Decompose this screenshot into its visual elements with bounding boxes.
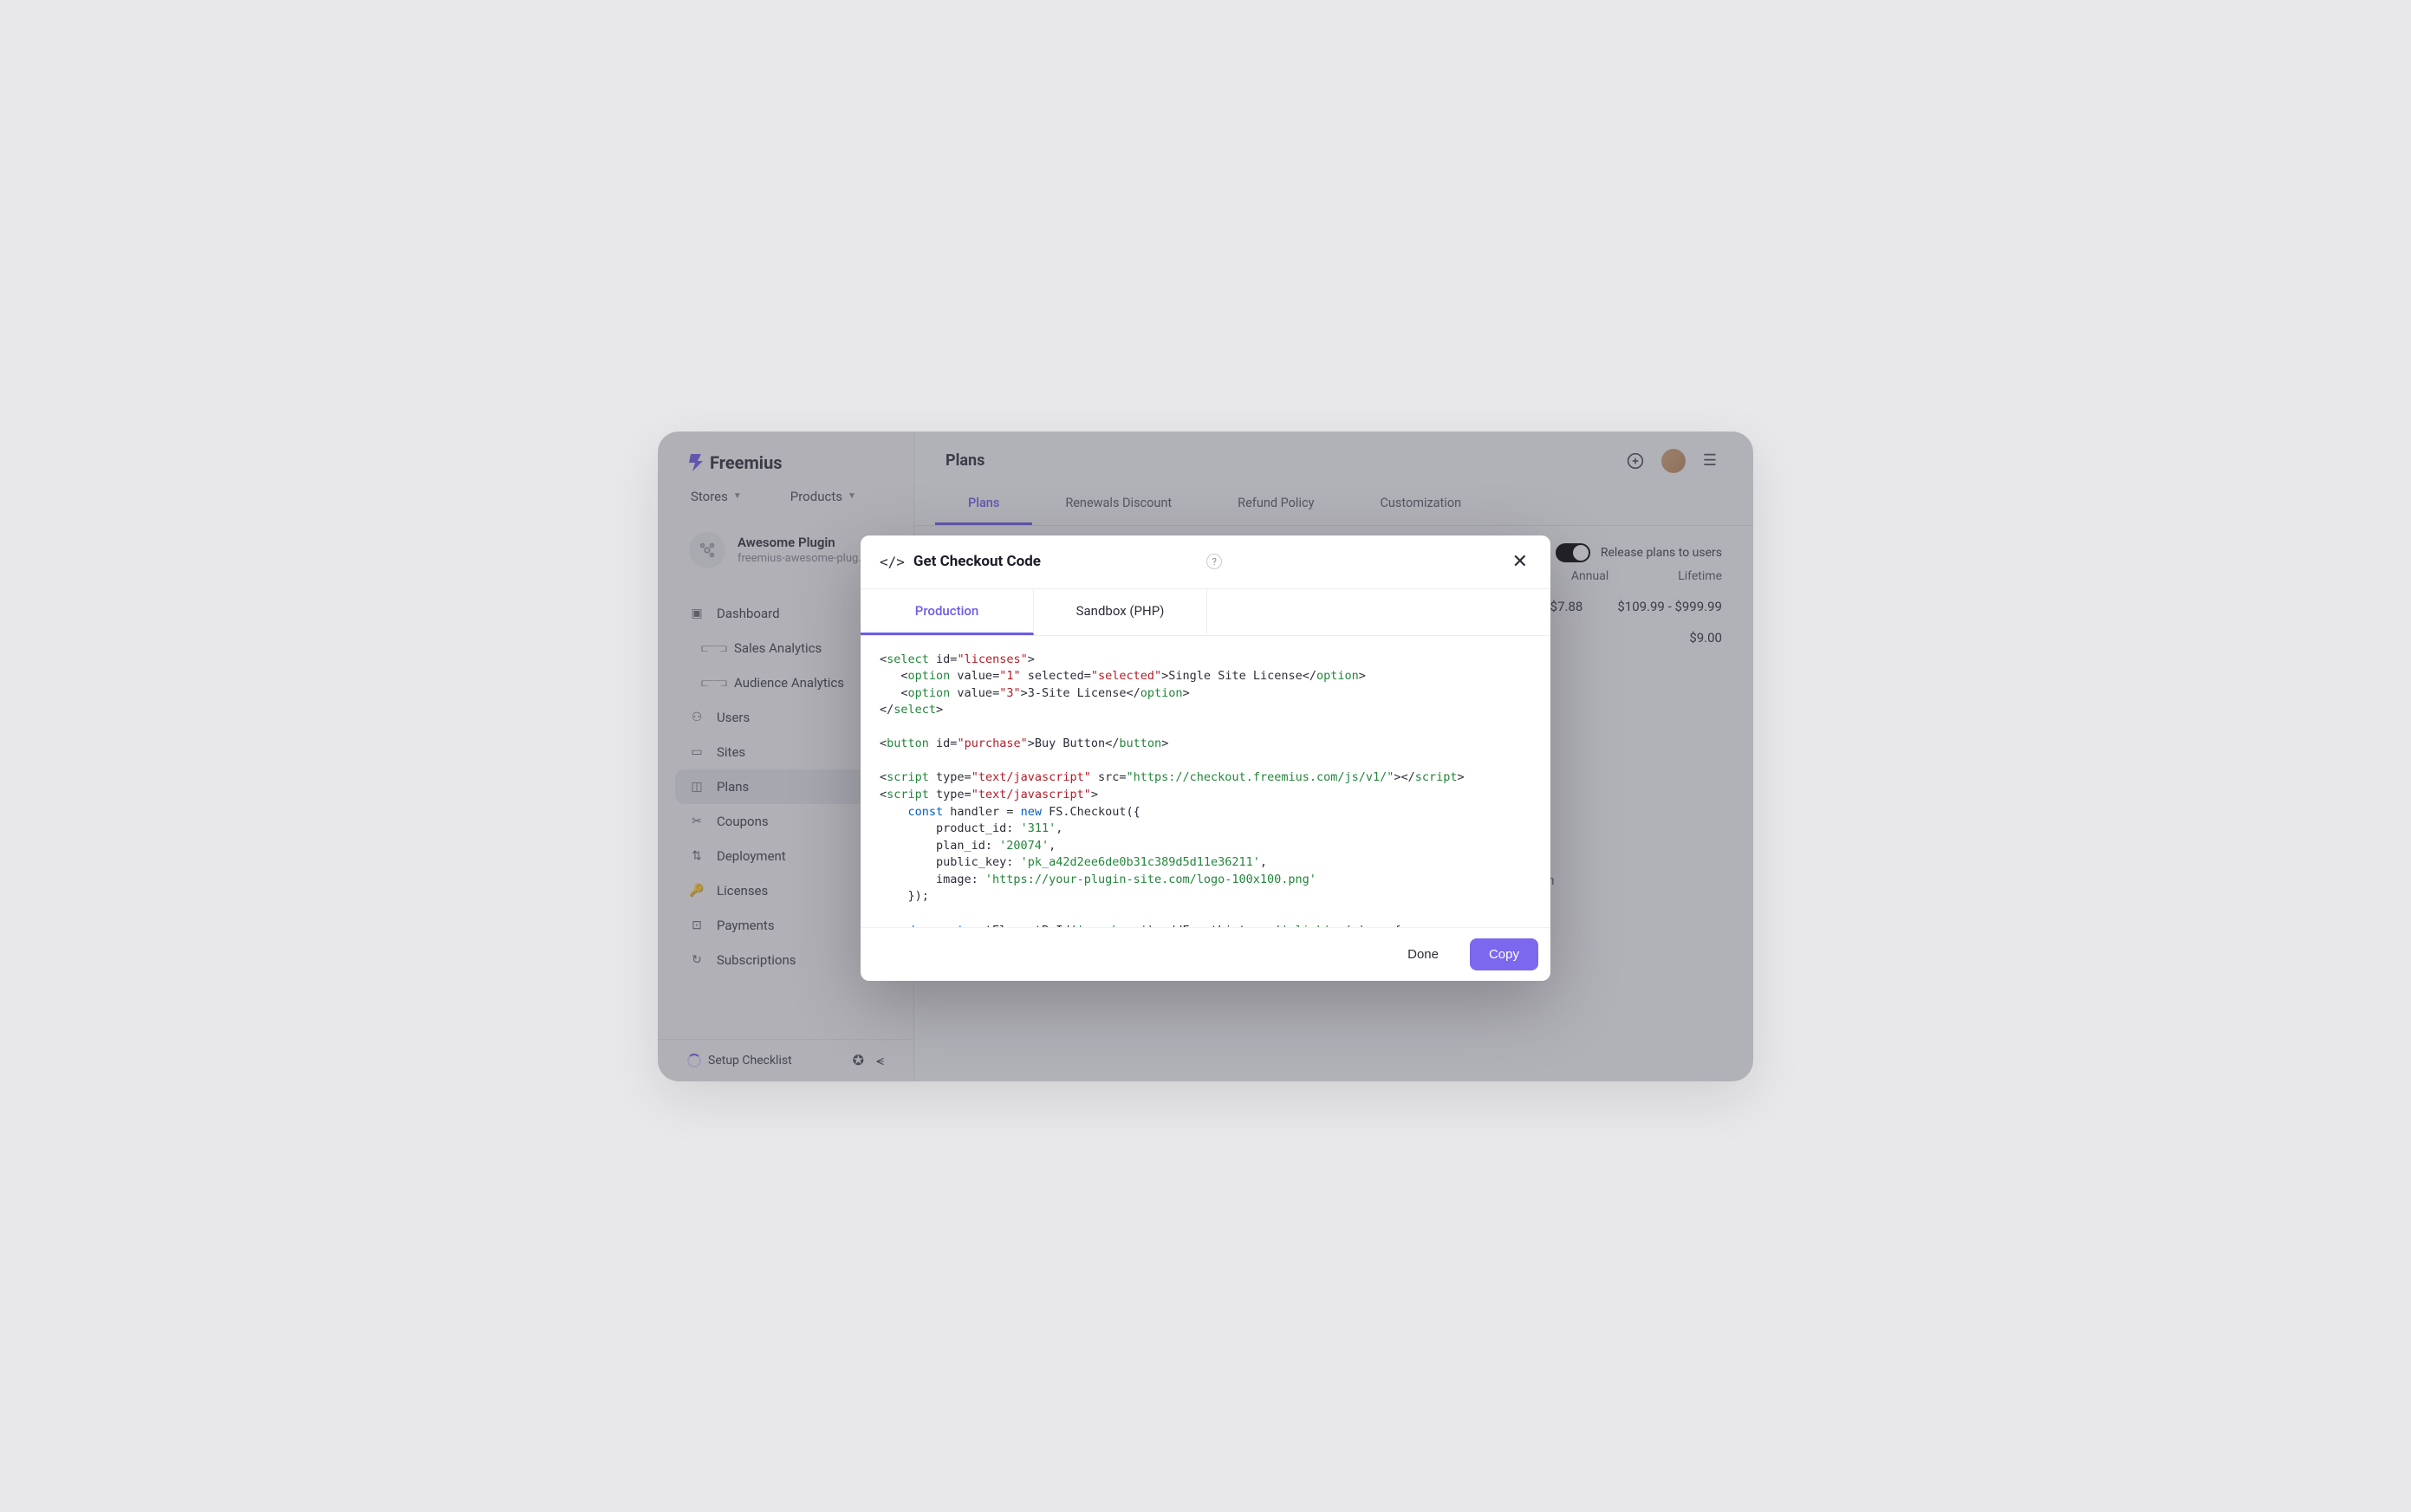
done-button[interactable]: Done: [1388, 938, 1458, 970]
close-button[interactable]: ✕: [1509, 551, 1531, 573]
code-block[interactable]: <select id="licenses"> <option value="1"…: [861, 636, 1550, 927]
modal-overlay[interactable]: </> Get Checkout Code ? ✕ Production San…: [658, 432, 1753, 1081]
checkout-code-modal: </> Get Checkout Code ? ✕ Production San…: [861, 535, 1550, 981]
tab-sandbox[interactable]: Sandbox (PHP): [1034, 589, 1207, 635]
copy-button[interactable]: Copy: [1470, 938, 1538, 970]
tab-production[interactable]: Production: [861, 589, 1034, 635]
modal-header: </> Get Checkout Code ? ✕: [861, 535, 1550, 589]
modal-title: Get Checkout Code: [913, 553, 1199, 570]
help-icon[interactable]: ?: [1206, 554, 1222, 569]
modal-tabs: Production Sandbox (PHP): [861, 589, 1550, 636]
app-window: Freemius Stores▼ Products▼ Awesome Plugi…: [658, 432, 1753, 1081]
code-icon: </>: [880, 554, 905, 570]
modal-footer: Done Copy: [861, 927, 1550, 981]
code-content: <select id="licenses"> <option value="1"…: [880, 652, 1524, 927]
